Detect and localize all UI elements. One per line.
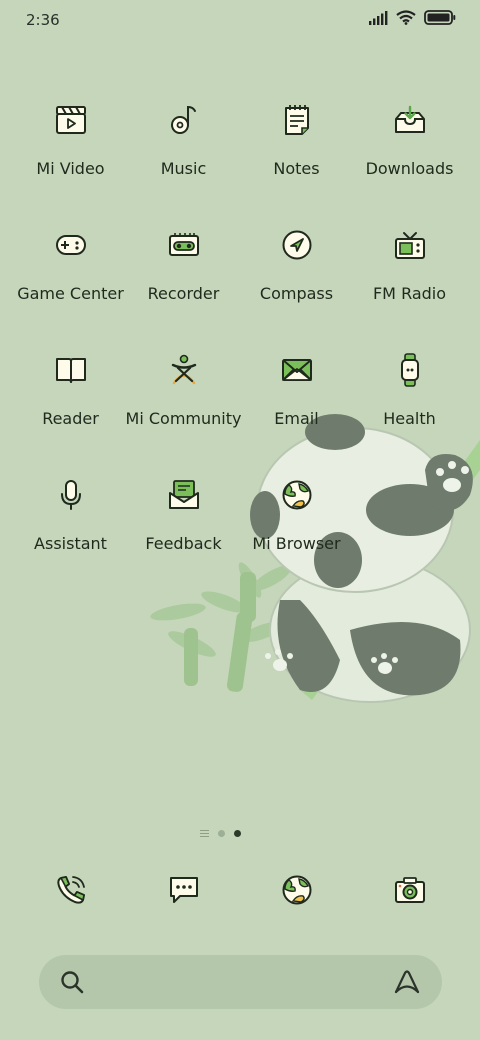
app-label: Game Center [17,284,124,303]
music-note-icon [170,105,196,134]
battery-icon [424,10,456,25]
phone-icon [56,876,85,904]
app-mi-video[interactable]: Mi Video [14,98,127,223]
app-label: Downloads [365,159,454,178]
app-feedback[interactable]: Feedback [127,473,240,598]
page-dot[interactable] [218,830,225,837]
app-label: Music [160,159,207,178]
search-icon[interactable] [59,969,85,995]
cassette-icon [168,233,199,256]
app-label: Assistant [34,534,107,553]
app-label: Notes [273,159,320,178]
app-downloads[interactable]: Downloads [353,98,466,223]
search-bar[interactable] [39,955,442,1009]
smartwatch-icon [400,353,419,387]
community-person-icon [171,354,196,385]
app-fm-radio[interactable]: FM Radio [353,223,466,348]
download-tray-icon [394,105,425,133]
app-mi-browser[interactable]: Mi Browser [240,473,353,598]
list-view-icon[interactable] [200,830,209,837]
app-mi-community[interactable]: Mi Community [125,348,242,473]
camera-icon [394,877,425,903]
app-label: Health [383,409,436,428]
wifi-icon [396,10,416,25]
status-bar: 2:36 [0,0,480,40]
app-assistant[interactable]: Assistant [14,473,127,598]
app-label: Recorder [147,284,220,303]
globe-icon [282,875,311,905]
message-bubble-icon [169,877,198,903]
dock-phone[interactable] [14,868,127,912]
video-clapper-icon [55,106,86,134]
gamepad-icon [55,235,86,255]
app-music[interactable]: Music [127,98,240,223]
app-email[interactable]: Email [240,348,353,473]
signal-icon [369,10,388,25]
dock-browser[interactable] [240,868,353,912]
notepad-icon [284,105,309,135]
app-label: Feedback [145,534,222,553]
app-label: Mi Video [36,159,105,178]
app-slot-empty [353,473,466,598]
app-game-center[interactable]: Game Center [14,223,127,348]
app-label: Compass [259,284,334,303]
globe-icon [282,480,311,510]
app-recorder[interactable]: Recorder [127,223,240,348]
radio-icon [394,232,425,259]
app-compass[interactable]: Compass [240,223,353,348]
compass-icon [282,230,311,260]
app-grid: Mi Video Music Notes Downloads Game Cent… [14,98,466,598]
page-dot-active[interactable] [234,830,241,837]
dock-camera[interactable] [353,868,466,912]
dock [14,868,466,912]
status-time: 2:36 [26,11,60,29]
page-indicator [200,830,241,837]
microphone-icon [60,480,81,510]
app-label: Mi Community [125,409,242,428]
dock-messages[interactable] [127,868,240,912]
app-notes[interactable]: Notes [240,98,353,223]
app-label: Mi Browser [252,534,341,553]
app-health[interactable]: Health [353,348,466,473]
app-label: FM Radio [372,284,447,303]
feedback-mail-icon [168,480,199,509]
app-label: Reader [42,409,99,428]
envelope-icon [281,359,312,381]
app-label: Email [274,409,319,428]
app-reader[interactable]: Reader [14,348,127,473]
ai-assistant-icon[interactable] [392,969,422,995]
book-icon [55,358,86,383]
